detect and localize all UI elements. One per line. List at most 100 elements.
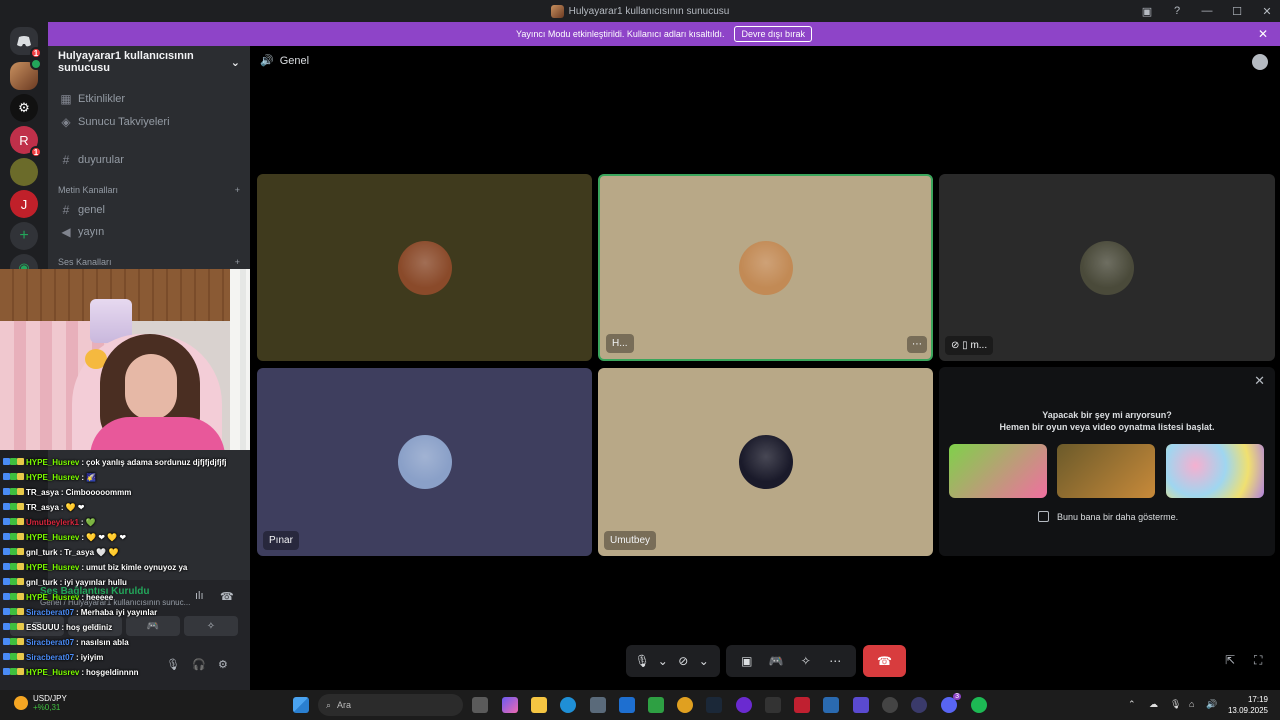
category-text-channels[interactable]: Metin Kanalları +: [58, 185, 240, 195]
chrome-icon[interactable]: [677, 697, 693, 713]
participant-tile-2[interactable]: H... ⋯: [598, 174, 933, 361]
edge-icon[interactable]: [560, 697, 576, 713]
game-card-autochess[interactable]: [1057, 444, 1155, 498]
more-options-icon[interactable]: ⋯: [907, 336, 927, 353]
chevron-down-icon[interactable]: ⌄: [653, 654, 673, 668]
ticker-widget[interactable]: USD/JPY +%0,31: [14, 694, 67, 712]
server-icon-2[interactable]: ⚙: [10, 94, 38, 122]
chat-text: heeeee: [86, 593, 114, 602]
close-button[interactable]: ✕: [1260, 4, 1274, 18]
leave-call-button[interactable]: ☎: [863, 645, 906, 677]
outlook-icon[interactable]: [619, 697, 635, 713]
chat-separator: :: [60, 488, 64, 497]
clock[interactable]: 17:19 13.09.2025: [1228, 694, 1268, 716]
discord-taskbar-icon[interactable]: 3: [941, 693, 961, 713]
server-header[interactable]: Hulyayarar1 kullanıcısının sunucusu ⌄: [48, 46, 250, 78]
server-icon-hulya[interactable]: [10, 58, 42, 90]
app-icon-purple[interactable]: [736, 697, 752, 713]
sidebar-item-events[interactable]: ▦ Etkinlikler: [60, 92, 125, 106]
mic-tray-icon[interactable]: 🎙: [1170, 699, 1181, 710]
app-icon-violet[interactable]: [853, 697, 869, 713]
chevron-down-icon[interactable]: ⌄: [694, 654, 714, 668]
camera-off-icon[interactable]: ⊘: [673, 654, 693, 668]
app-icon-dark[interactable]: [911, 697, 927, 713]
category-label: Metin Kanalları: [58, 185, 119, 195]
activity-promo-card: ✕ Yapacak bir şey mi arıyorsun? Hemen bi…: [939, 367, 1275, 556]
app-icon-pc[interactable]: [765, 697, 781, 713]
boost-icon: ◈: [61, 115, 71, 129]
chat-message: TR_asya : Cimbooooommm: [3, 488, 131, 497]
chat-message: Siracberat07 : iyiyim: [3, 653, 103, 662]
chat-username: HYPE_Husrev: [26, 668, 80, 677]
steam-icon[interactable]: [706, 697, 722, 713]
soundboard-icon[interactable]: ✧: [796, 654, 816, 668]
server-icon-4[interactable]: [10, 158, 38, 186]
microphone-toggle-icon[interactable]: 🎙: [632, 654, 652, 668]
task-view-icon[interactable]: [472, 697, 488, 713]
help-icon[interactable]: ?: [1170, 4, 1184, 18]
participant-name: Pınar: [263, 531, 299, 550]
channel-genel[interactable]: # genel: [60, 203, 105, 217]
chat-separator: :: [76, 608, 79, 617]
copilot-icon[interactable]: [502, 697, 518, 713]
windows-taskbar: USD/JPY +%0,31 ⌕ Ara 3 ⌃ ☁ 🎙 ⌂ 🔊 17:19 1…: [0, 690, 1280, 720]
game-card-bubbles[interactable]: [1166, 444, 1264, 498]
file-explorer-icon[interactable]: [531, 697, 547, 713]
add-server-icon[interactable]: +: [10, 222, 38, 250]
sidebar-item-boosts[interactable]: ◈ Sunucu Takviyeleri: [60, 115, 170, 129]
add-channel-icon[interactable]: +: [235, 185, 240, 195]
category-voice-channels[interactable]: Ses Kanalları +: [58, 257, 240, 267]
ticker-icon: [14, 696, 28, 710]
minimize-button[interactable]: —: [1200, 4, 1214, 18]
start-menu-icon[interactable]: [293, 697, 309, 713]
chat-message: HYPE_Husrev : 💛 ❤ 💛 ❤: [3, 533, 126, 542]
xbox-icon[interactable]: [648, 697, 664, 713]
add-channel-icon[interactable]: +: [235, 257, 240, 267]
sidebar-item-label: Sunucu Takviyeleri: [78, 116, 170, 128]
server-icon-5[interactable]: J: [10, 190, 38, 218]
chat-badges-icon: [3, 518, 24, 527]
dont-show-checkbox[interactable]: [1038, 511, 1049, 522]
fullscreen-icon[interactable]: ⛶: [1254, 653, 1262, 668]
app-icon-blue[interactable]: [823, 697, 839, 713]
sidebar-item-label: Etkinlikler: [78, 93, 126, 105]
chat-text: Tr_asya 🤍 💛: [64, 548, 119, 557]
promo-line-1: Yapacak bir şey mi arıyorsun?: [1042, 410, 1172, 420]
channel-duyurular[interactable]: # duyurular: [60, 153, 124, 167]
volume-icon[interactable]: 🔊: [1206, 699, 1217, 710]
participant-tile-umutbey[interactable]: Umutbey: [598, 368, 933, 556]
onedrive-icon[interactable]: ☁: [1149, 699, 1158, 710]
home-discord-icon[interactable]: 1: [10, 27, 42, 59]
maximize-button[interactable]: ☐: [1230, 4, 1244, 18]
chat-bubble-icon[interactable]: [1252, 54, 1268, 70]
spotify-icon[interactable]: [971, 697, 987, 713]
channel-yayin[interactable]: ◀ yayın: [60, 225, 104, 239]
participant-tile-3[interactable]: ⊘ ▯ m...: [939, 174, 1275, 361]
search-placeholder: Ara: [337, 700, 352, 710]
popout-icon[interactable]: ⇱: [1225, 653, 1235, 667]
participant-tile-pinar[interactable]: Pınar: [257, 368, 592, 556]
screen-share-icon[interactable]: ▣: [737, 654, 757, 668]
chat-separator: :: [76, 653, 79, 662]
more-options-icon[interactable]: ⋯: [825, 654, 845, 668]
server-icon-3[interactable]: R 1: [10, 126, 42, 158]
game-card-magic-garden[interactable]: [949, 444, 1047, 498]
chevron-up-icon[interactable]: ⌃: [1128, 699, 1136, 710]
participant-tile-1[interactable]: [257, 174, 592, 361]
network-icon[interactable]: ⌂: [1189, 699, 1194, 709]
chat-badges-icon: [3, 638, 24, 647]
promo-close-icon[interactable]: ✕: [1254, 373, 1265, 389]
chat-username: ESSUUU: [26, 623, 60, 632]
obs-icon[interactable]: [882, 697, 898, 713]
server-badge: [30, 58, 42, 70]
chat-badges-icon: [3, 473, 24, 482]
clock-time: 17:19: [1247, 695, 1268, 704]
disable-streamer-mode-button[interactable]: Devre dışı bırak: [734, 26, 812, 42]
chat-badges-icon: [3, 533, 24, 542]
app-icon-red[interactable]: [794, 697, 810, 713]
activity-icon[interactable]: 🎮: [766, 654, 786, 668]
inbox-icon[interactable]: ▣: [1140, 4, 1154, 18]
search-box[interactable]: ⌕ Ara: [318, 694, 463, 716]
banner-close-icon[interactable]: ✕: [1258, 27, 1268, 41]
store-icon[interactable]: [590, 697, 606, 713]
